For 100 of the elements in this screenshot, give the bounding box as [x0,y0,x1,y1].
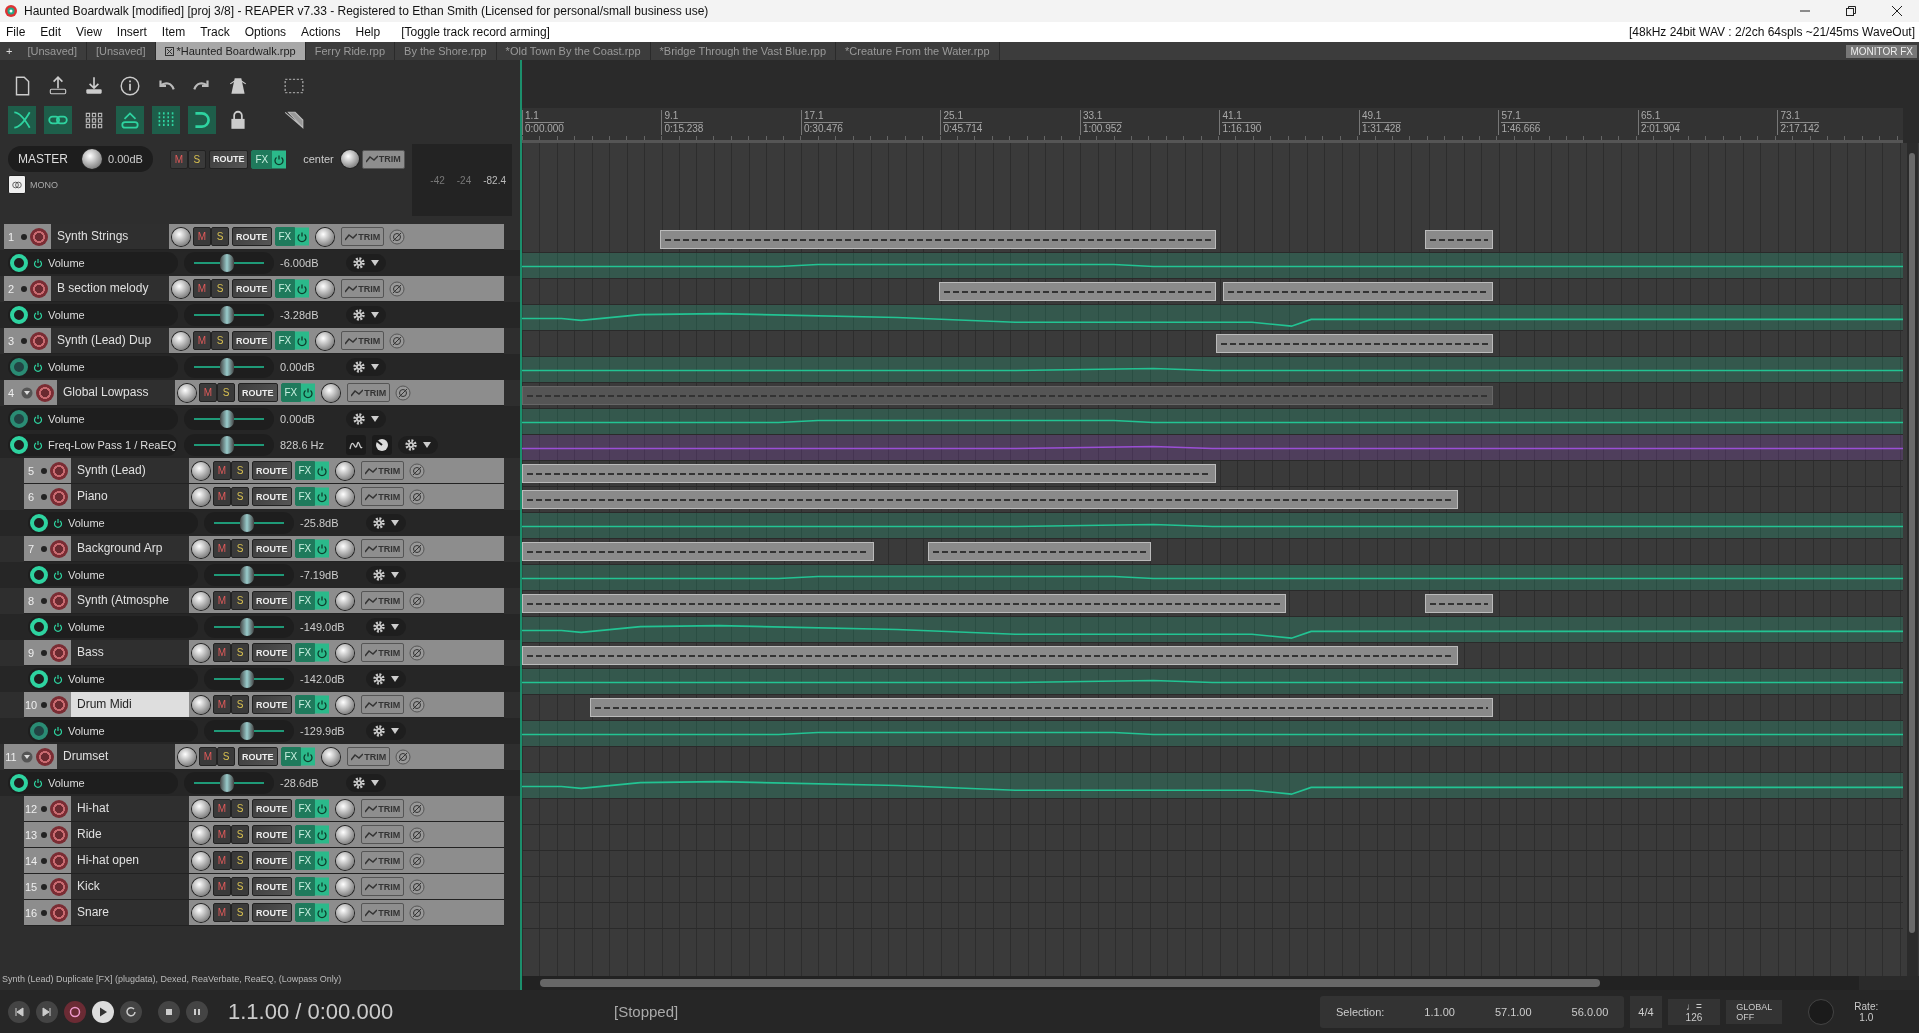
media-item[interactable] [590,698,1494,717]
menu-item[interactable]: Track [200,25,230,39]
envelope-fader[interactable] [184,772,274,794]
power-icon[interactable] [53,674,63,684]
trim-button[interactable]: TRIM [361,903,405,922]
phase-invert-icon[interactable] [389,332,406,349]
solo-button[interactable]: S [231,487,249,506]
menu-item[interactable]: Item [161,25,186,39]
phase-invert-icon[interactable] [409,462,426,479]
pan-knob[interactable] [322,747,341,766]
envelope-arm-button[interactable] [30,566,48,584]
envelope-fader[interactable] [204,720,294,742]
route-button[interactable]: ROUTE [238,383,278,402]
volume-knob[interactable] [192,877,210,896]
fx-power-icon[interactable] [315,643,330,662]
track-name[interactable]: B section melody [51,276,169,301]
caret-icon[interactable] [370,779,380,787]
record-arm-button[interactable] [30,279,48,298]
trim-button[interactable]: TRIM [341,331,385,350]
caret-icon[interactable] [370,363,380,371]
caret-icon[interactable] [422,441,432,449]
solo-button[interactable]: S [231,877,249,896]
record-arm-button[interactable] [36,747,54,766]
phase-invert-icon[interactable] [409,540,426,557]
folder-icon[interactable] [21,750,33,763]
solo-button[interactable]: S [187,149,206,169]
pan-knob[interactable] [316,279,335,298]
phase-invert-icon[interactable] [409,904,426,921]
caret-icon[interactable] [390,727,400,735]
fx-power-icon[interactable] [295,279,310,298]
fx-power-icon[interactable] [315,903,330,922]
record-arm-button[interactable] [50,877,68,896]
route-button[interactable]: ROUTE [252,903,292,922]
pan-knob[interactable] [336,461,355,480]
volume-knob[interactable] [192,825,210,844]
track-name[interactable]: Synth Strings [51,224,169,249]
envelope-arm-button[interactable] [10,306,28,324]
pause-button[interactable] [186,1000,208,1023]
media-item[interactable] [522,594,1286,613]
solo-button[interactable]: S [217,747,235,766]
route-button[interactable]: ROUTE [238,747,278,766]
record-arm-button[interactable] [50,799,68,818]
menu-item[interactable]: Options [244,25,287,39]
fx-button[interactable]: FX [251,149,273,169]
trim-button[interactable]: TRIM [341,227,385,246]
trim-button[interactable]: TRIM [361,695,405,714]
trim-button[interactable]: TRIM [341,279,385,298]
pan-knob[interactable] [336,539,355,558]
close-icon[interactable] [1891,5,1903,17]
snap-grid-icon[interactable] [152,106,180,134]
fx-button[interactable]: FX [294,591,316,610]
trim-button[interactable]: TRIM [361,149,405,169]
settings-icon[interactable] [372,672,386,686]
settings-icon[interactable] [352,308,366,322]
volume-knob[interactable] [192,461,210,480]
envelope-arm-button[interactable] [30,670,48,688]
trim-button[interactable]: TRIM [361,643,405,662]
record-button[interactable] [64,1000,86,1023]
envelope-fader[interactable] [204,616,294,638]
phase-invert-icon[interactable] [395,384,412,401]
time-signature[interactable]: 4/4 [1630,995,1662,1028]
power-icon[interactable] [53,518,63,528]
fx-power-icon[interactable] [295,227,310,246]
stop-button[interactable] [158,1000,180,1023]
settings-icon[interactable] [372,568,386,582]
settings-icon[interactable] [352,412,366,426]
media-item[interactable] [522,646,1459,665]
settings-icon[interactable] [352,360,366,374]
track-name[interactable]: Drum Midi [71,692,189,717]
global-automation-value[interactable]: OFF [1736,1011,1773,1022]
phase-invert-icon[interactable] [409,644,426,661]
project-tab[interactable]: *Creature From the Water.rpp [836,42,1000,60]
power-icon[interactable] [33,778,43,788]
route-button[interactable]: ROUTE [252,825,292,844]
phase-invert-icon[interactable] [409,852,426,869]
pan-knob[interactable] [336,591,355,610]
trim-button[interactable]: TRIM [361,461,405,480]
monitor-fx-button[interactable]: MONITOR FX [1846,44,1917,58]
phase-invert-icon[interactable] [409,592,426,609]
route-button[interactable]: ROUTE [252,851,292,870]
arrange-grid[interactable] [522,143,1919,976]
pan-knob[interactable] [316,331,335,350]
track-name[interactable]: Background Arp [71,536,189,561]
phase-invert-icon[interactable] [409,488,426,505]
fx-power-icon[interactable] [315,461,330,480]
media-item[interactable] [938,282,1216,301]
route-button[interactable]: ROUTE [252,487,292,506]
settings-icon[interactable] [352,776,366,790]
trim-button[interactable]: TRIM [361,591,405,610]
power-icon[interactable] [53,570,63,580]
record-arm-button[interactable] [50,695,68,714]
record-arm-button[interactable] [50,487,68,506]
track-name[interactable]: Bass [71,640,189,665]
track-name[interactable]: Global Lowpass [57,380,175,405]
fx-button[interactable]: FX [294,851,316,870]
media-item[interactable] [522,490,1459,509]
audio-device-status[interactable]: [48kHz 24bit WAV : 2/2ch 64spls ~21/45ms WaveOut] [1628,25,1919,39]
track-name[interactable]: Kick [71,874,189,899]
pan-knob[interactable] [336,643,355,662]
solo-button[interactable]: S [231,825,249,844]
